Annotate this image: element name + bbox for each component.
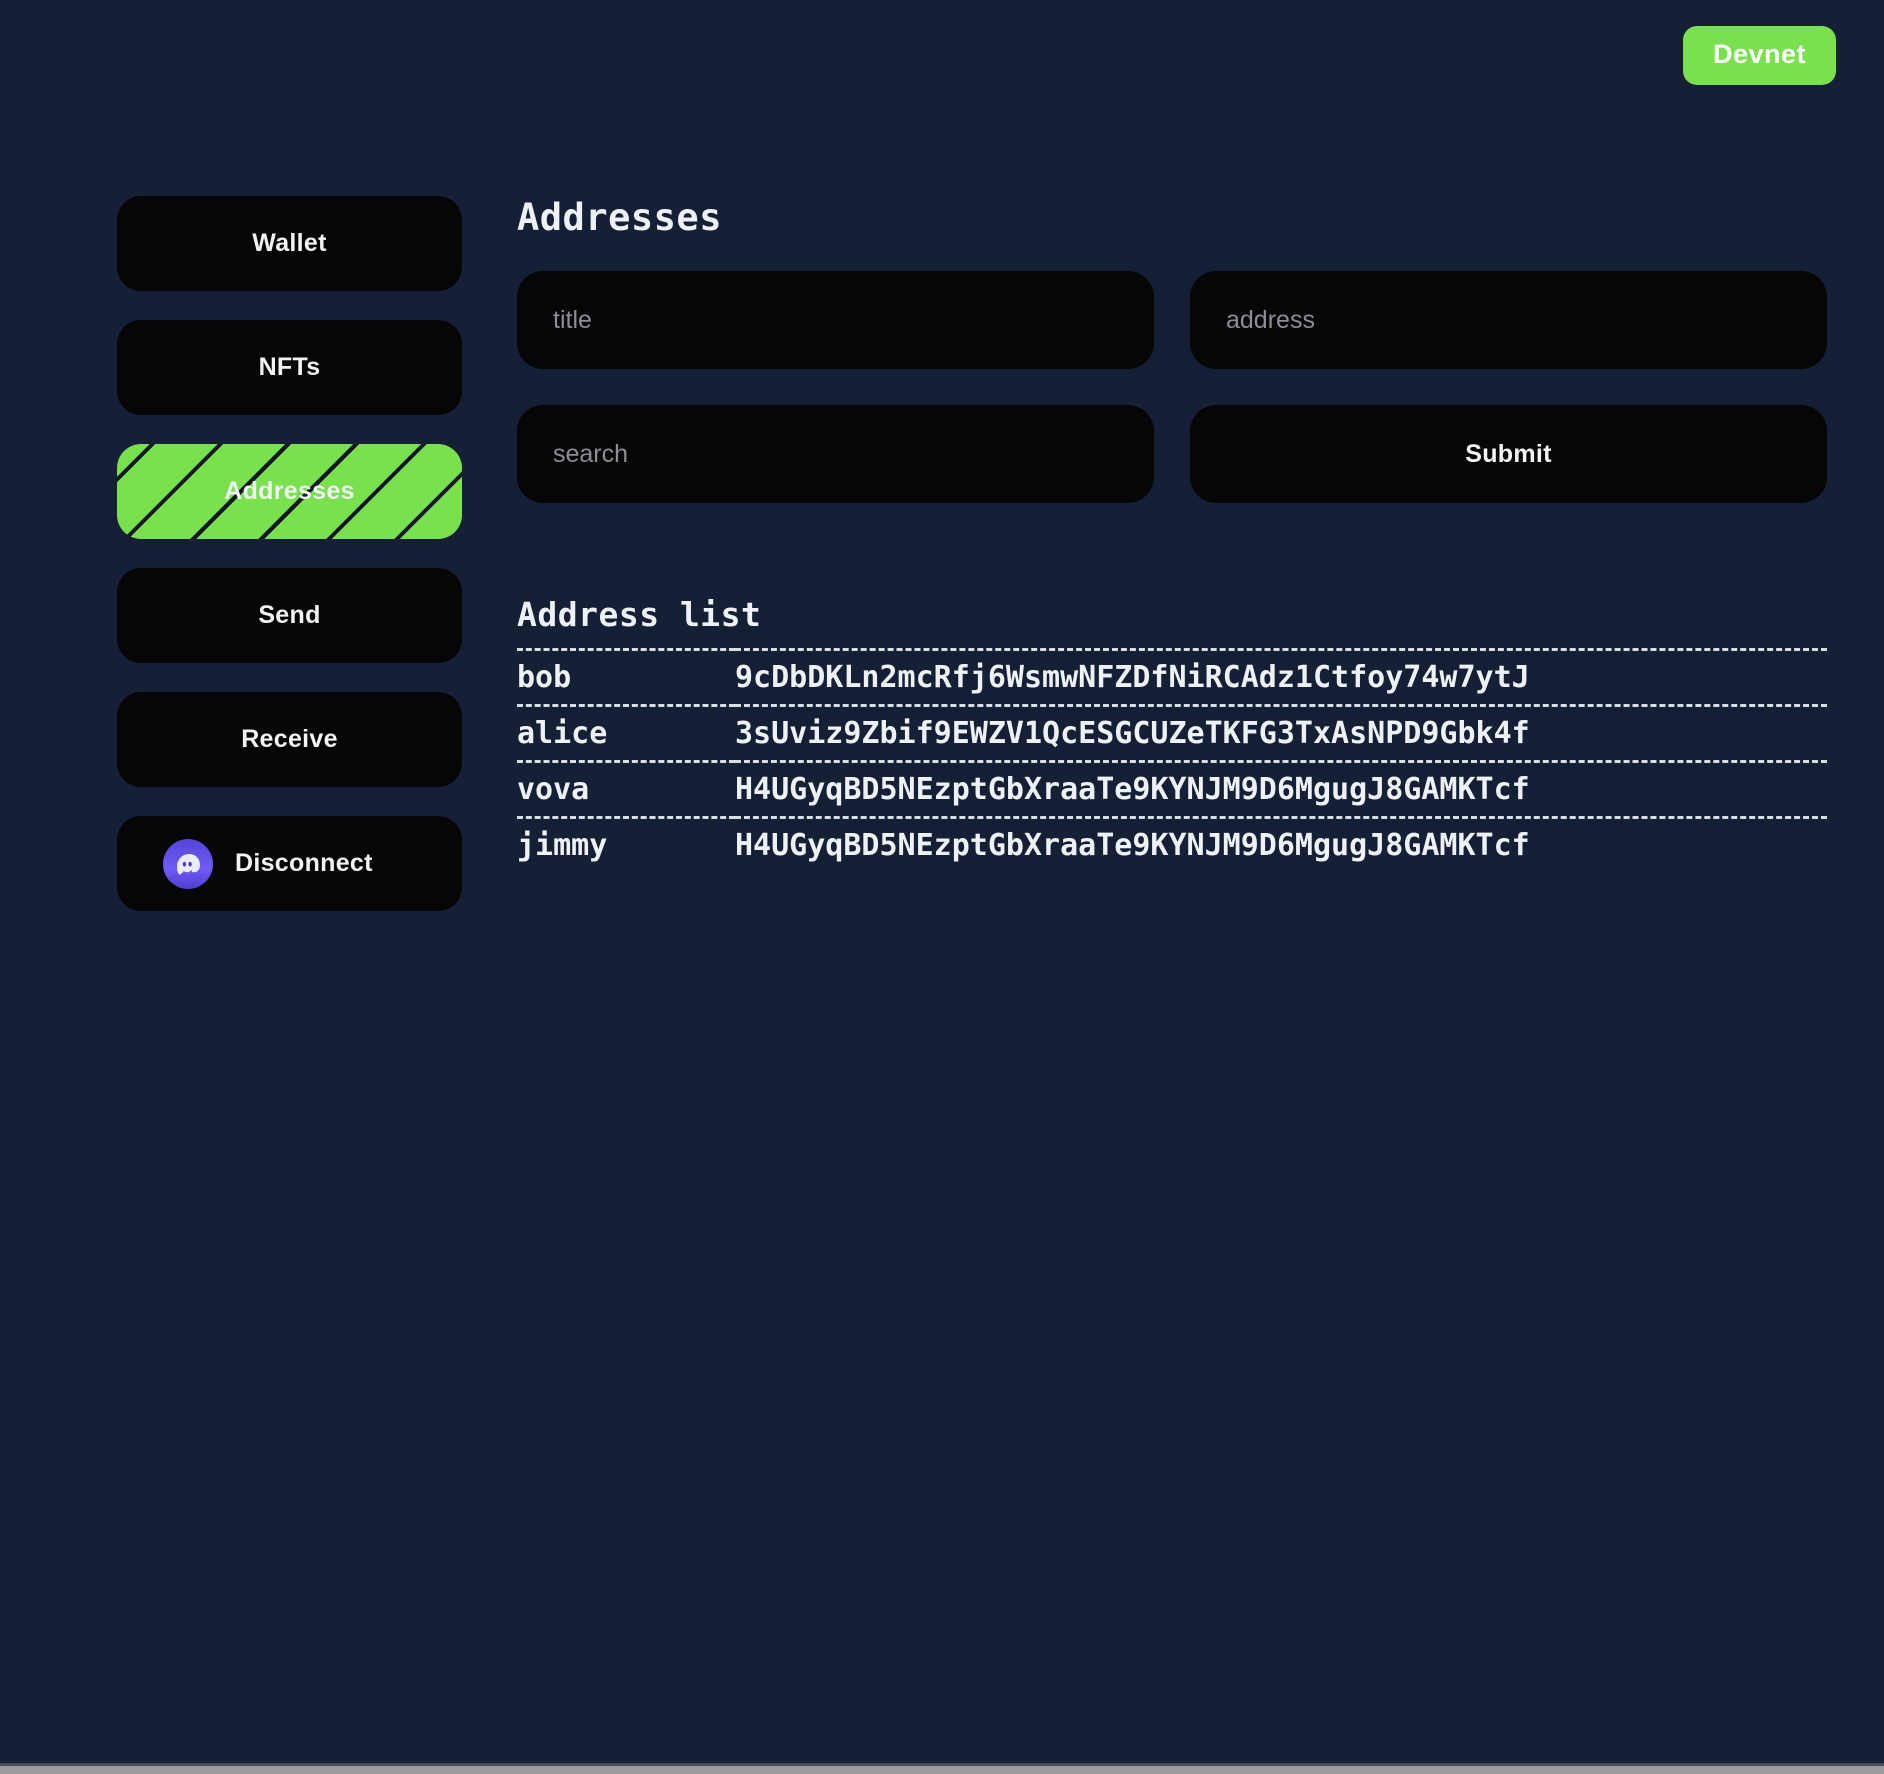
address-list-table: bob 9cDbDKLn2mcRfj6WsmwNFZDfNiRCAdz1Ctfo… (517, 648, 1827, 872)
sidebar-item-label: Addresses (224, 477, 355, 505)
page-title: Addresses (517, 196, 722, 239)
address-name: bob (517, 660, 572, 695)
app-root: Devnet Wallet NFTs Addresses Send Receiv… (0, 0, 1884, 1774)
sidebar-item-receive[interactable]: Receive (117, 692, 462, 787)
sidebar-item-label: Wallet (252, 229, 327, 257)
phantom-ghost-icon (163, 838, 213, 889)
title-input[interactable] (517, 271, 1154, 369)
sidebar-item-addresses[interactable]: Addresses (117, 444, 462, 539)
address-value: H4UGyqBD5NEzptGbXraaTe9KYNJM9D6MgugJ8GAM… (735, 828, 1530, 863)
table-row[interactable]: jimmy H4UGyqBD5NEzptGbXraaTe9KYNJM9D6Mgu… (517, 817, 1827, 873)
address-name: vova (517, 772, 590, 807)
table-row[interactable]: bob 9cDbDKLn2mcRfj6WsmwNFZDfNiRCAdz1Ctfo… (517, 649, 1827, 706)
disconnect-label: Disconnect (235, 849, 373, 877)
address-value: 9cDbDKLn2mcRfj6WsmwNFZDfNiRCAdz1Ctfoy74w… (735, 660, 1530, 695)
address-form: Submit (517, 271, 1827, 503)
address-value: H4UGyqBD5NEzptGbXraaTe9KYNJM9D6MgugJ8GAM… (735, 772, 1530, 807)
address-input[interactable] (1190, 271, 1827, 369)
page-body: Wallet NFTs Addresses Send Receive Disco… (117, 196, 1827, 911)
sidebar-item-wallet[interactable]: Wallet (117, 196, 462, 291)
sidebar-nav: Wallet NFTs Addresses Send Receive Disco… (117, 196, 462, 911)
table-row[interactable]: alice 3sUviz9Zbif9EWZV1QcESGCUZeTKFG3TxA… (517, 705, 1827, 762)
sidebar-item-label: NFTs (258, 353, 321, 381)
submit-button[interactable]: Submit (1190, 405, 1827, 503)
sidebar-item-label: Send (258, 601, 321, 629)
main-content: Addresses Submit Address list bob 9cDbDK… (517, 196, 1827, 872)
address-name: alice (517, 716, 608, 751)
sidebar-item-label: Receive (241, 725, 338, 753)
sidebar-item-send[interactable]: Send (117, 568, 462, 663)
sidebar-item-nfts[interactable]: NFTs (117, 320, 462, 415)
network-badge[interactable]: Devnet (1682, 26, 1836, 85)
search-input[interactable] (517, 405, 1154, 503)
address-name: jimmy (517, 828, 608, 863)
address-list-heading: Address list (517, 595, 762, 634)
browser-bottom-edge (0, 1763, 1884, 1774)
address-value: 3sUviz9Zbif9EWZV1QcESGCUZeTKFG3TxAsNPD9G… (735, 716, 1530, 751)
disconnect-button[interactable]: Disconnect (117, 816, 462, 911)
table-row[interactable]: vova H4UGyqBD5NEzptGbXraaTe9KYNJM9D6Mgug… (517, 761, 1827, 818)
address-list-body: bob 9cDbDKLn2mcRfj6WsmwNFZDfNiRCAdz1Ctfo… (517, 649, 1827, 873)
